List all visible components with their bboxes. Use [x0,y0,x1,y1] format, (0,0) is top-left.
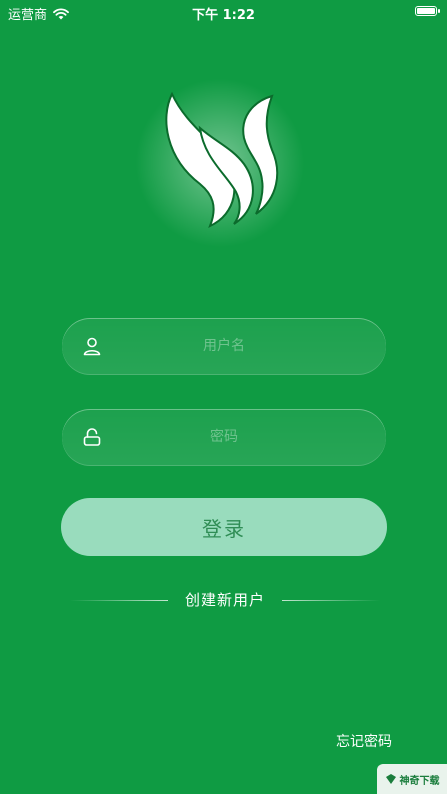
create-user-link[interactable]: 创建新用户 [168,589,282,610]
app-logo [135,78,305,248]
watermark-logo-icon [385,774,396,784]
divider-right [282,600,380,601]
username-input[interactable] [114,318,334,374]
username-field[interactable] [62,318,386,374]
watermark-text: 神奇下载 [399,775,440,787]
divider-left [70,600,168,601]
leaf-logo-icon [165,91,279,228]
status-bar: 运营商 下午 1:22 [0,0,447,24]
watermark: 神奇下载 [377,764,447,794]
status-time: 下午 1:22 [192,8,255,23]
login-button[interactable]: 登录 [61,498,387,556]
lock-icon [83,428,101,446]
battery-icon [415,6,440,16]
create-user-row: 创建新用户 [70,589,380,613]
forgot-password-link[interactable]: 忘记密码 [336,731,392,751]
user-icon [83,337,101,356]
password-field[interactable] [62,409,386,465]
battery-level [417,8,435,14]
password-input[interactable] [114,409,334,465]
